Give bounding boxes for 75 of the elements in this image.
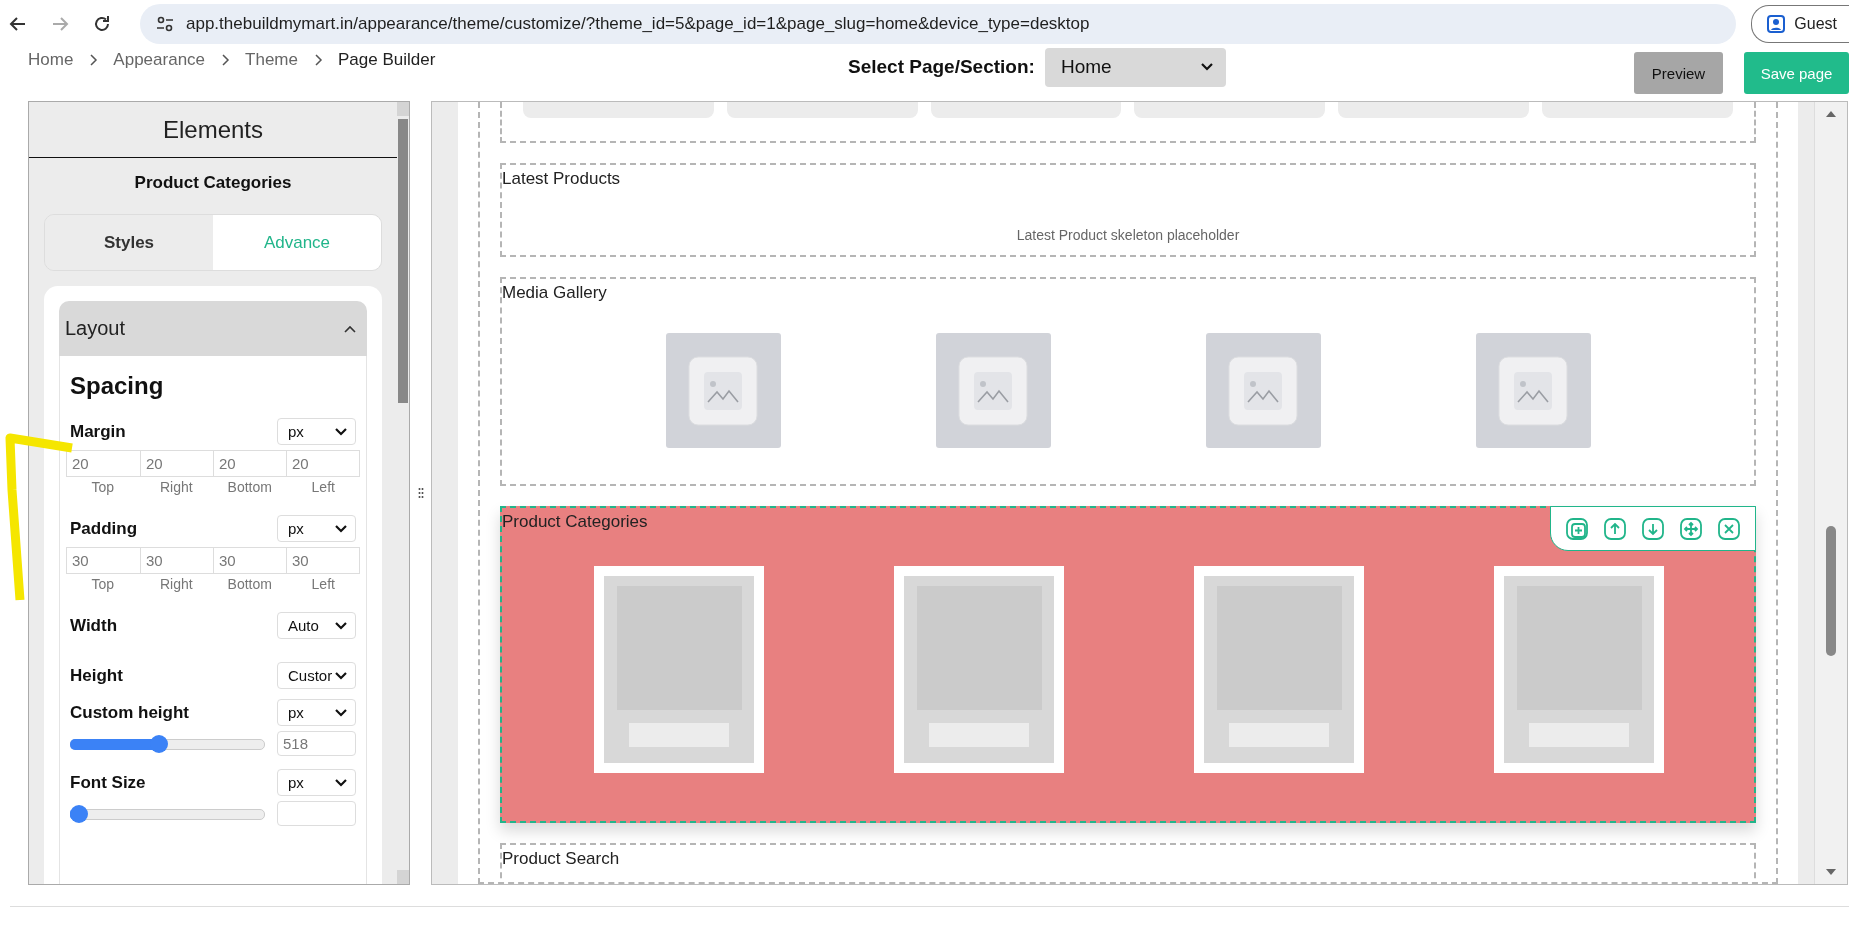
person-icon: [1766, 13, 1787, 34]
unit-select[interactable]: px: [277, 418, 356, 445]
chevron-down-icon: [334, 707, 348, 718]
duplicate-icon[interactable]: [1565, 517, 1589, 541]
chevron-right-icon: [88, 54, 99, 66]
section-title: Product Categories: [502, 511, 648, 533]
field-label: Padding: [70, 518, 138, 539]
preview-button[interactable]: Preview: [1634, 52, 1723, 94]
unit-select[interactable]: px: [277, 769, 356, 796]
unit-select[interactable]: px: [277, 699, 356, 726]
side-label: Top: [90, 576, 116, 592]
chevron-down-icon: [1199, 62, 1214, 72]
section-heading: Spacing: [70, 372, 165, 400]
value-select[interactable]: Auto: [277, 612, 356, 639]
chevron-right-icon: [312, 54, 323, 66]
accordion-header[interactable]: Layout: [59, 301, 367, 356]
placeholder-text: Latest Product skeleton placeholder: [1015, 227, 1241, 243]
breadcrumb-link[interactable]: Home: [28, 50, 74, 70]
page-section[interactable]: [500, 102, 1756, 143]
close-icon[interactable]: [1717, 517, 1741, 541]
field-label: Height: [70, 665, 123, 686]
drag-move-icon[interactable]: [1679, 517, 1703, 541]
chevron-up-icon: [343, 323, 357, 334]
field-label: Margin: [70, 421, 126, 442]
page-select-label: Select Page/Section:: [848, 56, 1035, 78]
address-bar[interactable]: app.thebuildmymart.in/appearance/theme/customize/?theme_id=5&page_id=1&page_slug=home&device_type=desktop: [140, 3, 1737, 44]
slider[interactable]: [70, 734, 265, 753]
reload-icon[interactable]: [92, 13, 112, 34]
section-title: Media Gallery: [502, 282, 607, 304]
side-label: Right: [158, 479, 194, 495]
field-label: Custom height: [70, 702, 189, 723]
side-label: Bottom: [226, 576, 273, 592]
field-label: Width: [70, 615, 118, 636]
scroll-up-icon[interactable]: [1825, 110, 1837, 118]
image-icon: [958, 355, 1028, 426]
side-label: Right: [158, 576, 194, 592]
resize-handle-icon[interactable]: [417, 487, 424, 499]
input-field[interactable]: 518: [277, 731, 356, 756]
image-icon: [1228, 355, 1298, 426]
breadcrumb-link[interactable]: Theme: [245, 50, 298, 70]
field-label: Font Size: [70, 772, 146, 793]
move-down-icon[interactable]: [1641, 517, 1665, 541]
section-title: Latest Products: [502, 168, 621, 190]
chevron-down-icon: [334, 670, 348, 681]
page-section[interactable]: Product Categories: [500, 506, 1756, 823]
page-section[interactable]: Product Search: [500, 843, 1756, 882]
scrollbar-thumb[interactable]: [1826, 526, 1836, 656]
element-name: Product Categories: [133, 172, 293, 194]
scrollbar-thumb[interactable]: [398, 119, 408, 403]
scrollbar[interactable]: [1814, 102, 1847, 884]
unit-select[interactable]: px: [277, 515, 356, 542]
page-section[interactable]: Latest Products Latest Product skeleton placeholder: [500, 163, 1756, 257]
side-label: Bottom: [226, 479, 273, 495]
value-select[interactable]: Custor: [277, 662, 356, 689]
side-label: Top: [90, 479, 116, 495]
breadcrumb-link[interactable]: Appearance: [113, 50, 206, 70]
chevron-down-icon: [334, 777, 348, 788]
input-field[interactable]: [277, 801, 356, 826]
slider[interactable]: [70, 804, 265, 823]
side-label: Left: [310, 576, 336, 592]
profile-button[interactable]: Guest: [1751, 4, 1849, 43]
image-icon: [688, 355, 758, 426]
move-up-icon[interactable]: [1603, 517, 1627, 541]
chevron-down-icon: [334, 620, 348, 631]
chevron-down-icon: [334, 426, 348, 437]
page-section[interactable]: Media Gallery: [500, 277, 1756, 486]
chevron-down-icon: [334, 523, 348, 534]
page-select[interactable]: Home: [1044, 47, 1226, 87]
site-settings-icon[interactable]: [156, 14, 174, 33]
side-label: Left: [310, 479, 336, 495]
section-title: Product Search: [502, 848, 620, 870]
scroll-down-icon[interactable]: [1825, 868, 1837, 876]
scrollbar[interactable]: [397, 102, 409, 884]
image-icon: [1498, 355, 1568, 426]
chevron-right-icon: [220, 54, 231, 66]
